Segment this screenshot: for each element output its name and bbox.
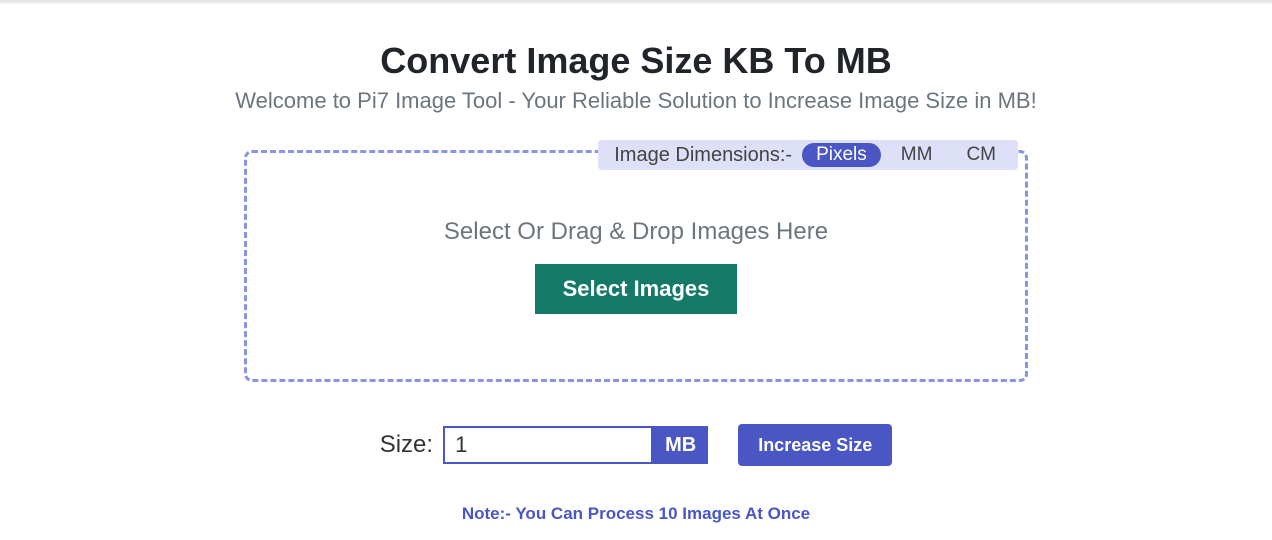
dropzone-wrapper: Image Dimensions:- Pixels MM CM Select O… <box>244 150 1028 382</box>
unit-mm-button[interactable]: MM <box>887 143 947 167</box>
unit-pixels-button[interactable]: Pixels <box>802 143 881 167</box>
size-input[interactable] <box>443 426 653 464</box>
size-unit-label: MB <box>653 426 708 464</box>
select-images-button[interactable]: Select Images <box>535 264 738 314</box>
dimensions-bar: Image Dimensions:- Pixels MM CM <box>598 140 1018 170</box>
dimensions-label: Image Dimensions:- <box>614 144 792 167</box>
drop-zone[interactable]: Select Or Drag & Drop Images Here Select… <box>244 150 1028 382</box>
page-title: Convert Image Size KB To MB <box>0 40 1272 82</box>
size-label: Size: <box>380 431 433 459</box>
main-container: Convert Image Size KB To MB Welcome to P… <box>0 4 1272 524</box>
note-text: Note:- You Can Process 10 Images At Once <box>0 504 1272 524</box>
drop-text: Select Or Drag & Drop Images Here <box>444 218 828 246</box>
increase-size-button[interactable]: Increase Size <box>738 424 892 466</box>
controls-row: Size: MB Increase Size <box>0 424 1272 466</box>
unit-cm-button[interactable]: CM <box>952 143 1010 167</box>
page-subtitle: Welcome to Pi7 Image Tool - Your Reliabl… <box>0 88 1272 114</box>
